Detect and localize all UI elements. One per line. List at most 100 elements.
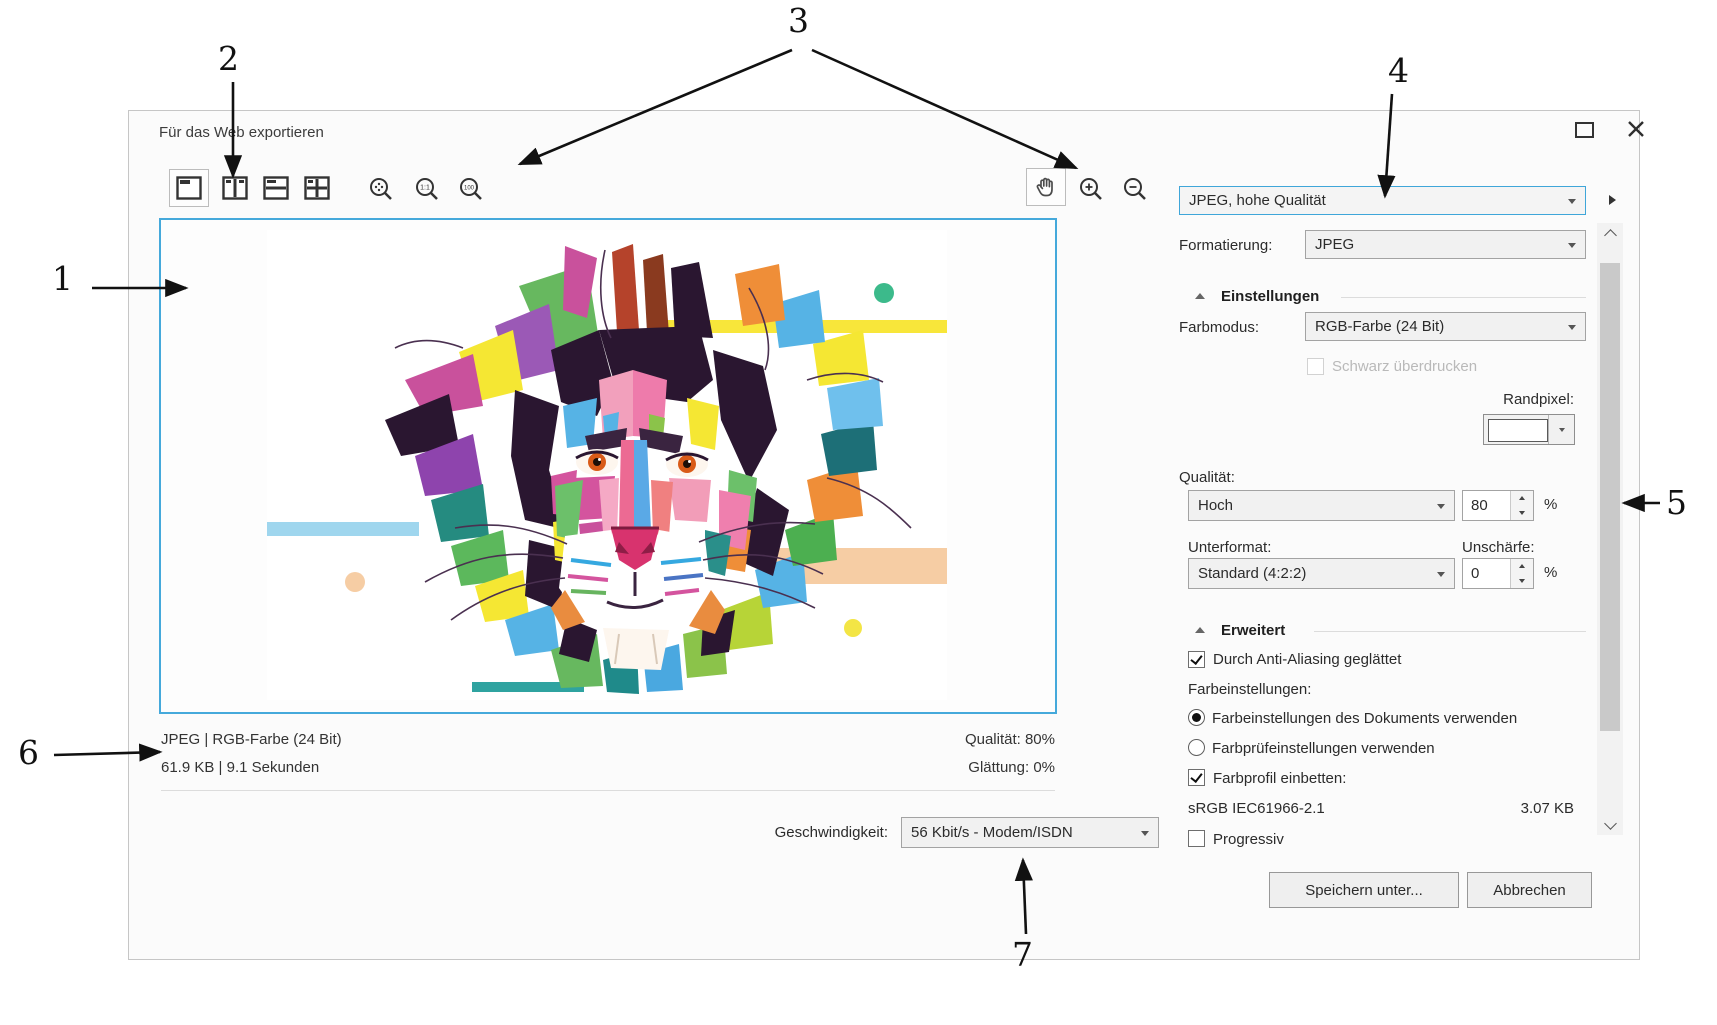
- zoom-out-icon: [1124, 178, 1146, 200]
- preview-pane[interactable]: [159, 218, 1057, 714]
- status-smoothing-info: Glättung: 0%: [968, 759, 1055, 776]
- quality-decrease-button[interactable]: [1511, 505, 1533, 520]
- speed-label: Geschwindigkeit:: [774, 824, 888, 841]
- color-profile-size: 3.07 KB: [1520, 800, 1574, 817]
- quality-value: Hoch: [1198, 497, 1234, 514]
- speed-dropdown[interactable]: 56 Kbit/s - Modem/ISDN: [901, 817, 1159, 848]
- preset-flyout-icon[interactable]: [1609, 195, 1616, 205]
- overprint-black-label: Schwarz überdrucken: [1332, 358, 1478, 375]
- advanced-divider: [1314, 631, 1586, 632]
- preset-dropdown[interactable]: JPEG, hohe Qualität: [1179, 186, 1586, 215]
- matte-dropdown-button[interactable]: [1548, 415, 1574, 444]
- color-mode-dropdown[interactable]: RGB-Farbe (24 Bit): [1305, 312, 1586, 341]
- overprint-black-checkbox: [1307, 358, 1324, 375]
- blur-increase-button[interactable]: [1511, 559, 1533, 574]
- callout-3: 3: [788, 1, 809, 40]
- chevron-down-icon: [1568, 242, 1576, 248]
- four-panes-icon: [304, 176, 330, 200]
- callout-7: 7: [1012, 935, 1033, 974]
- proof-color-settings-label: Farbprüfeinstellungen verwenden: [1212, 740, 1435, 757]
- two-horizontal-previews-button[interactable]: [256, 169, 296, 207]
- zoom-out-button[interactable]: [1115, 170, 1155, 208]
- blur-percent-sign: %: [1544, 564, 1558, 581]
- chevron-up-icon: [1519, 496, 1525, 501]
- blur-label: Unschärfe:: [1462, 539, 1535, 556]
- embed-profile-checkbox[interactable]: [1188, 769, 1205, 786]
- pan-tool-button[interactable]: [1026, 168, 1066, 206]
- status-size-info: 61.9 KB | 9.1 Sekunden: [161, 759, 320, 776]
- export-for-web-dialog: Für das Web exportieren 1:1 100 JPEG, ho…: [128, 110, 1644, 960]
- panel-scrollbar[interactable]: [1597, 223, 1623, 835]
- collapse-settings-icon[interactable]: [1195, 293, 1205, 299]
- scrollbar-up-button[interactable]: [1604, 229, 1617, 242]
- chevron-down-icon: [1519, 510, 1525, 515]
- chevron-up-icon: [1604, 229, 1617, 242]
- hand-icon: [1036, 177, 1053, 197]
- progressive-checkbox[interactable]: [1188, 830, 1205, 847]
- scrollbar-down-button[interactable]: [1604, 817, 1617, 830]
- zoom-1to1-button[interactable]: 1:1: [407, 170, 447, 208]
- save-as-button[interactable]: Speichern unter...: [1269, 872, 1459, 908]
- preview-artwork: [267, 230, 947, 700]
- close-icon: [1628, 121, 1644, 137]
- embed-profile-label: Farbprofil einbetten:: [1213, 770, 1347, 787]
- matte-color-picker[interactable]: [1483, 414, 1575, 445]
- callout-4: 4: [1388, 51, 1409, 90]
- document-color-settings-label: Farbeinstellungen des Dokuments verwende…: [1212, 710, 1518, 727]
- two-vertical-previews-button[interactable]: [215, 169, 255, 207]
- two-horizontal-panes-icon: [263, 176, 289, 200]
- color-mode-label: Farbmodus:: [1179, 319, 1260, 336]
- subformat-value: Standard (4:2:2): [1198, 565, 1307, 582]
- blur-decrease-button[interactable]: [1511, 573, 1533, 588]
- four-previews-button[interactable]: [297, 169, 337, 207]
- progressive-label: Progressiv: [1213, 831, 1284, 848]
- cancel-button[interactable]: Abbrechen: [1467, 872, 1592, 908]
- chevron-down-icon: [1141, 830, 1149, 836]
- blur-spinner[interactable]: 0: [1462, 558, 1534, 589]
- zoom-100-button[interactable]: 100: [451, 170, 491, 208]
- document-color-settings-radio[interactable]: [1188, 709, 1205, 726]
- chevron-down-icon: [1437, 503, 1445, 509]
- quality-dropdown[interactable]: Hoch: [1188, 490, 1455, 521]
- close-button[interactable]: [1621, 116, 1651, 142]
- zoom-1to1-icon: 1:1: [416, 178, 438, 200]
- matte-color-swatch: [1488, 419, 1548, 442]
- settings-divider: [1341, 297, 1586, 298]
- quality-label: Qualität:: [1179, 469, 1235, 486]
- subformat-label: Unterformat:: [1188, 539, 1272, 556]
- antialias-label: Durch Anti-Aliasing geglättet: [1213, 651, 1402, 668]
- antialias-checkbox[interactable]: [1188, 651, 1205, 668]
- collapse-advanced-icon[interactable]: [1195, 627, 1205, 633]
- maximize-icon: [1574, 122, 1594, 138]
- zoom-100-icon: 100: [460, 178, 482, 200]
- single-preview-button[interactable]: [169, 169, 209, 207]
- dialog-title: Für das Web exportieren: [159, 124, 324, 141]
- status-divider: [161, 790, 1055, 791]
- two-vertical-panes-icon: [222, 176, 248, 200]
- quality-amount: 80: [1471, 497, 1488, 514]
- zoom-in-button[interactable]: [1071, 170, 1111, 208]
- format-dropdown[interactable]: JPEG: [1305, 230, 1586, 259]
- speed-value: 56 Kbit/s - Modem/ISDN: [911, 824, 1073, 841]
- maximize-button[interactable]: [1569, 117, 1599, 143]
- chevron-up-icon: [1519, 564, 1525, 569]
- quality-spinner[interactable]: 80: [1462, 490, 1534, 521]
- color-mode-value: RGB-Farbe (24 Bit): [1315, 318, 1445, 335]
- callout-6: 6: [18, 733, 39, 772]
- zoom-100-label: 100: [464, 186, 475, 192]
- chevron-down-icon: [1558, 427, 1565, 432]
- chevron-down-icon: [1604, 817, 1617, 830]
- scrollbar-thumb[interactable]: [1600, 263, 1620, 731]
- quality-percent-sign: %: [1544, 496, 1558, 513]
- color-profile-name: sRGB IEC61966-2.1: [1188, 800, 1325, 817]
- proof-color-settings-radio[interactable]: [1188, 739, 1205, 756]
- zoom-to-fit-button[interactable]: [361, 170, 401, 208]
- zoom-1to1-label: 1:1: [420, 185, 430, 192]
- chevron-down-icon: [1437, 571, 1445, 577]
- callout-2: 2: [218, 39, 239, 78]
- subformat-dropdown[interactable]: Standard (4:2:2): [1188, 558, 1455, 589]
- quality-increase-button[interactable]: [1511, 491, 1533, 506]
- format-label: Formatierung:: [1179, 237, 1273, 254]
- format-value: JPEG: [1315, 236, 1355, 253]
- callout-5: 5: [1666, 483, 1687, 522]
